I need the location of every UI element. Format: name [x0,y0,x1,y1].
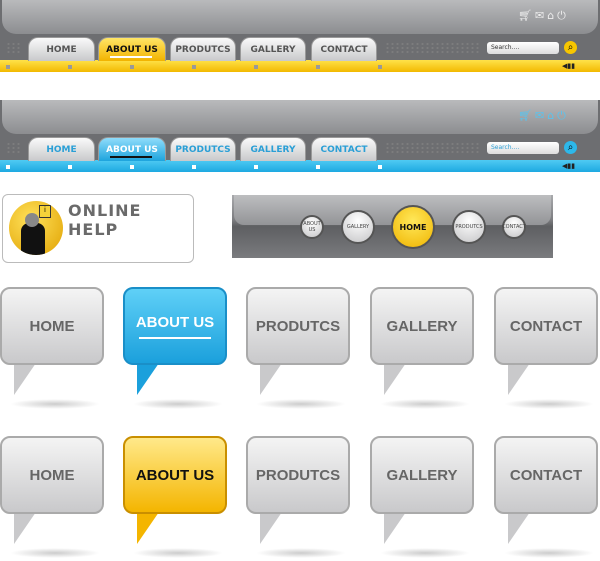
blue-nav-bar: HOME ABOUT US PRODUTCS GALLERY CONTACT Search… [0,100,600,172]
bubble-label: HOME [29,317,75,335]
bubble-label: ABOUT US [135,313,215,331]
blue-tab-contact[interactable]: CONTACT [311,137,377,161]
online-help-box[interactable]: i ONLINE HELP [2,194,194,263]
bubble-label: CONTACT [509,466,583,484]
yellow-bubble-produtcs[interactable]: PRODUTCS [246,436,350,514]
yellow-bubble-home[interactable]: HOME [0,436,104,514]
bubble-label: PRODUTCS [255,317,341,335]
blue-search-input[interactable]: Search.... [487,142,559,154]
mail-icon[interactable]: ✉ [535,109,547,122]
bubble-label: ABOUT US [135,466,215,484]
bubble-label: GALLERY [386,466,458,484]
circle-nav-gallery[interactable]: GALLERY [341,210,375,244]
blue-search-icon[interactable]: ⌕ [564,141,577,154]
yellow-top-icons: 🛒︎✉⌂⏻ [518,9,569,23]
blue-tab-produtcs[interactable]: PRODUTCS [170,137,236,161]
blue-bubble-home[interactable]: HOME [0,287,104,365]
cart-icon[interactable]: 🛒︎ [518,109,535,122]
bubble-label: CONTACT [509,317,583,335]
yellow-tab-home[interactable]: HOME [28,37,95,61]
yellow-tab-gallery[interactable]: GALLERY [240,37,306,61]
help-person-icon: i [9,201,63,255]
mail-icon[interactable]: ✉ [535,9,547,22]
circle-nav-produtcs[interactable]: PRODUTCS [452,210,486,244]
bubble-label: GALLERY [386,317,458,335]
yellow-tab-contact[interactable]: CONTACT [311,37,377,61]
blue-bubble-contact[interactable]: CONTACT [494,287,598,365]
blue-bubble-produtcs[interactable]: PRODUTCS [246,287,350,365]
bubble-label: HOME [29,466,75,484]
yellow-search-icon[interactable]: ⌕ [564,41,577,54]
blue-tab-home[interactable]: HOME [28,137,95,161]
circle-nav-contact[interactable]: CONTACT [502,215,526,239]
circle-nav-home[interactable]: HOME [391,205,435,249]
yellow-bubble-gallery[interactable]: GALLERY [370,436,474,514]
blue-tab-gallery[interactable]: GALLERY [240,137,306,161]
help-title: ONLINE HELP [68,201,142,239]
power-icon[interactable]: ⏻ [557,109,569,122]
yellow-bubble-about-us[interactable]: ABOUT US [123,436,227,514]
yellow-search-input[interactable]: Search.... [487,42,559,54]
yellow-tab-produtcs[interactable]: PRODUTCS [170,37,236,61]
circle-nav-about-us[interactable]: ABOUT US [300,215,324,239]
home-icon[interactable]: ⌂ [547,9,557,22]
cart-icon[interactable]: 🛒︎ [518,9,535,22]
blue-volume-icon[interactable]: ◀▮▮ [562,162,575,170]
yellow-nav-bar: HOME ABOUT US PRODUTCS GALLERY CONTACT Search… [0,0,600,72]
blue-top-icons: 🛒︎✉⌂⏻ [518,109,569,123]
home-icon[interactable]: ⌂ [547,109,557,122]
power-icon[interactable]: ⏻ [557,9,569,22]
blue-bubble-about-us[interactable]: ABOUT US [123,287,227,365]
bubble-label: PRODUTCS [255,466,341,484]
blue-bubble-gallery[interactable]: GALLERY [370,287,474,365]
yellow-bubble-contact[interactable]: CONTACT [494,436,598,514]
yellow-volume-icon[interactable]: ◀▮▮ [562,62,575,70]
